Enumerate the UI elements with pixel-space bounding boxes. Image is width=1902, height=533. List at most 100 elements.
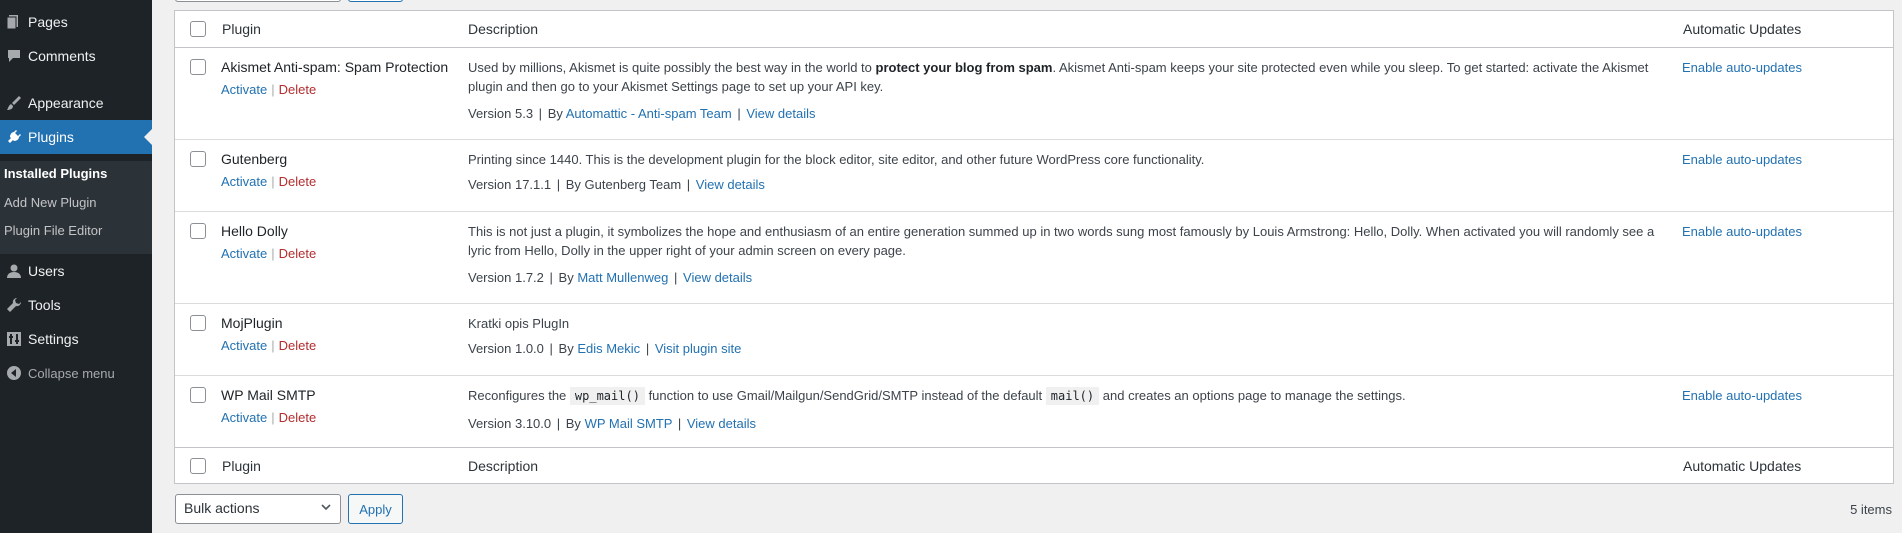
plugin-description: Reconfigures the wp_mail() function to u… xyxy=(468,386,1673,406)
author-text: By Gutenberg Team xyxy=(565,177,682,192)
plugin-meta: Version 17.1.1 | By Gutenberg Team | Vie… xyxy=(468,177,765,192)
menu-item-users[interactable]: Users xyxy=(0,254,152,288)
author-link[interactable]: Automattic - Anti-spam Team xyxy=(566,106,732,121)
menu-item-settings[interactable]: Settings xyxy=(0,322,152,356)
menu-item-pages[interactable]: Pages xyxy=(0,5,152,39)
view-details-link[interactable]: View details xyxy=(687,416,756,431)
description-bold-text: protect your blog from spam xyxy=(875,60,1053,75)
separator: | xyxy=(556,177,561,192)
plugin-meta: Version 3.10.0 | By WP Mail SMTP | View … xyxy=(468,416,756,431)
row-actions: Activate | Delete xyxy=(221,174,316,189)
bulk-actions-select[interactable]: Bulk actions xyxy=(175,494,341,524)
menu-label-plugins: Plugins xyxy=(28,129,74,145)
row-checkbox[interactable] xyxy=(190,223,206,239)
code-snippet: mail() xyxy=(1045,387,1100,405)
plugin-version: Version 1.0.0 xyxy=(468,341,544,356)
separator: | xyxy=(549,341,553,356)
plugin-name: Hello Dolly xyxy=(221,223,288,239)
select-all-checkbox[interactable] xyxy=(190,21,206,37)
description-text: Reconfigures the xyxy=(468,388,567,403)
menu-label-appearance: Appearance xyxy=(28,95,104,111)
menu-label-tools: Tools xyxy=(28,297,61,313)
submenu-installed-plugins[interactable]: Installed Plugins xyxy=(4,166,107,181)
view-details-link[interactable]: View details xyxy=(746,106,815,121)
by-label: By xyxy=(558,270,574,285)
items-count: 5 items xyxy=(1850,502,1892,517)
column-auto-updates-header: Automatic Updates xyxy=(1683,21,1802,37)
enable-auto-updates-link[interactable]: Enable auto-updates xyxy=(1682,60,1802,75)
row-checkbox[interactable] xyxy=(190,151,206,167)
by-label: By xyxy=(558,341,574,356)
author-link[interactable]: WP Mail SMTP xyxy=(585,416,673,431)
view-details-link[interactable]: View details xyxy=(683,270,752,285)
separator: | xyxy=(677,416,682,431)
collapse-menu-button[interactable]: Collapse menu xyxy=(0,356,152,390)
delete-link[interactable]: Delete xyxy=(279,410,317,425)
apply-button[interactable]: Apply xyxy=(348,494,403,524)
by-label: By xyxy=(547,106,563,121)
menu-item-plugins[interactable]: Plugins xyxy=(0,120,152,154)
separator: | xyxy=(737,106,741,121)
separator: | xyxy=(549,270,553,285)
top-apply-button[interactable] xyxy=(348,0,403,2)
plugin-meta: Version 5.3 | By Automattic - Anti-spam … xyxy=(468,106,815,121)
plugin-description: Used by millions, Akismet is quite possi… xyxy=(468,58,1673,96)
select-all-checkbox-bottom[interactable] xyxy=(190,458,206,474)
code-snippet: wp_mail() xyxy=(569,387,645,405)
table-footer: Plugin Description Automatic Updates xyxy=(175,447,1893,484)
activate-link[interactable]: Activate xyxy=(221,246,267,261)
by-label: By xyxy=(565,416,581,431)
row-checkbox[interactable] xyxy=(190,315,206,331)
plugin-meta: Version 1.7.2 | By Matt Mullenweg | View… xyxy=(468,270,752,285)
enable-auto-updates-link[interactable]: Enable auto-updates xyxy=(1682,388,1802,403)
plugin-description: This is not just a plugin, it symbolizes… xyxy=(468,224,1655,258)
column-description-header: Description xyxy=(468,21,539,37)
menu-label-users: Users xyxy=(28,263,65,279)
submenu-plugin-file-editor[interactable]: Plugin File Editor xyxy=(4,223,102,238)
plugin-name: WP Mail SMTP xyxy=(221,387,316,403)
visit-plugin-site-link[interactable]: Visit plugin site xyxy=(655,341,741,356)
author-link[interactable]: Edis Mekic xyxy=(577,341,640,356)
activate-link[interactable]: Activate xyxy=(221,82,267,97)
menu-item-comments[interactable]: Comments xyxy=(0,39,152,73)
plugins-icon xyxy=(0,127,28,147)
delete-link[interactable]: Delete xyxy=(279,338,317,353)
plugin-meta: Version 1.0.0 | By Edis Mekic | Visit pl… xyxy=(468,341,741,356)
settings-icon xyxy=(0,329,28,349)
row-actions: Activate | Delete xyxy=(221,338,316,353)
table-header: Plugin Description Automatic Updates xyxy=(175,11,1893,48)
plugin-description: Kratki opis PlugIn xyxy=(468,316,570,331)
activate-link[interactable]: Activate xyxy=(221,410,267,425)
delete-link[interactable]: Delete xyxy=(279,82,317,97)
separator: | xyxy=(271,174,275,189)
table-row: MojPlugin Activate | Delete Kratki opis Pl… xyxy=(175,304,1893,376)
table-row: Gutenberg Activate | Delete Printing since… xyxy=(175,140,1893,212)
row-checkbox[interactable] xyxy=(190,387,206,403)
plugin-name: Gutenberg xyxy=(221,151,288,167)
submenu-add-new-plugin[interactable]: Add New Plugin xyxy=(4,195,97,210)
row-actions: Activate | Delete xyxy=(221,82,316,97)
delete-link[interactable]: Delete xyxy=(279,246,317,261)
separator: | xyxy=(271,410,275,425)
top-bulk-actions-select[interactable] xyxy=(175,0,341,2)
separator: | xyxy=(645,341,650,356)
plugin-name: MojPlugin xyxy=(221,315,283,331)
activate-link[interactable]: Activate xyxy=(221,174,267,189)
menu-item-appearance[interactable]: Appearance xyxy=(0,86,152,120)
description-text: and creates an options page to manage th… xyxy=(1102,388,1406,403)
enable-auto-updates-link[interactable]: Enable auto-updates xyxy=(1682,152,1802,167)
table-row: Akismet Anti-spam: Spam Protection Activ… xyxy=(175,48,1893,140)
plugins-submenu: Installed Plugins Add New Plugin Plugin … xyxy=(0,161,152,254)
enable-auto-updates-link[interactable]: Enable auto-updates xyxy=(1682,224,1802,239)
description-text: Used by millions, Akismet is quite possi… xyxy=(468,60,876,75)
delete-link[interactable]: Delete xyxy=(279,174,317,189)
menu-item-tools[interactable]: Tools xyxy=(0,288,152,322)
plugin-version: Version 17.1.1 xyxy=(468,177,552,192)
activate-link[interactable]: Activate xyxy=(221,338,267,353)
tools-icon xyxy=(0,295,28,315)
view-details-link[interactable]: View details xyxy=(696,177,765,192)
row-actions: Activate | Delete xyxy=(221,410,316,425)
column-auto-updates-footer: Automatic Updates xyxy=(1683,458,1802,474)
row-checkbox[interactable] xyxy=(190,59,206,75)
author-link[interactable]: Matt Mullenweg xyxy=(577,270,668,285)
